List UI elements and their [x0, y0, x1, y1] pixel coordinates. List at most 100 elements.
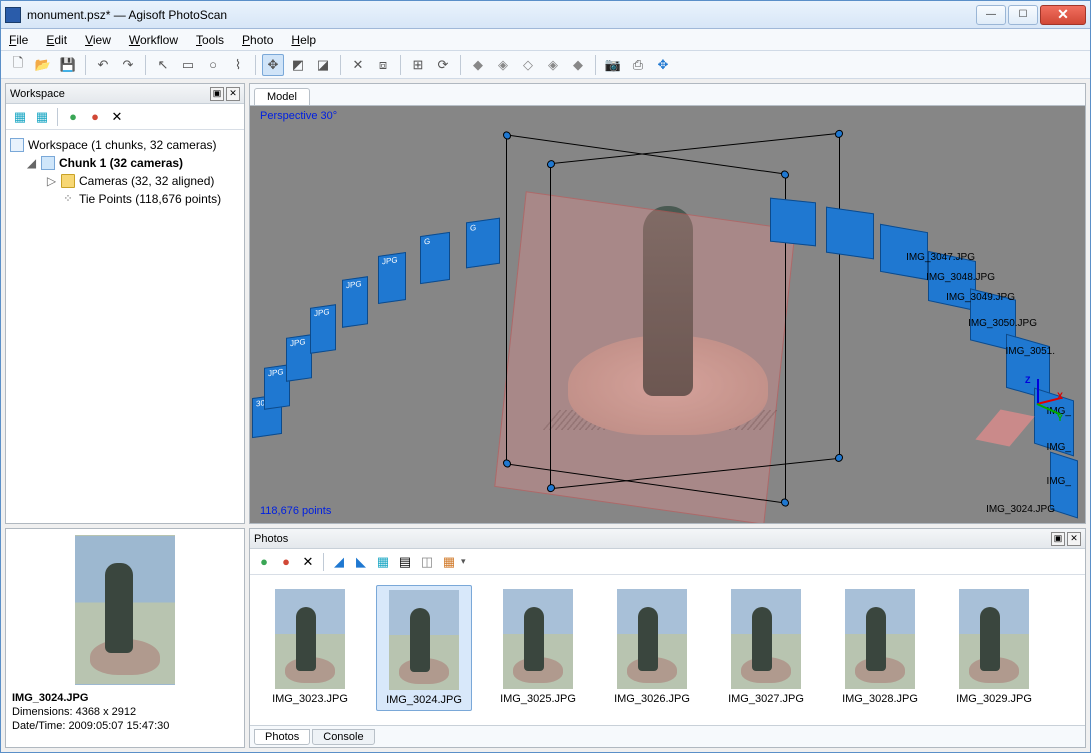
delete-icon[interactable]: ✕ — [347, 54, 369, 76]
camera-marker[interactable] — [770, 198, 816, 247]
separator — [340, 55, 341, 75]
rect-select-icon[interactable]: ▭ — [177, 54, 199, 76]
camera-marker[interactable]: G — [466, 218, 500, 269]
camera-marker[interactable]: JPG — [342, 276, 368, 328]
redo-icon[interactable]: ↷ — [117, 54, 139, 76]
preview-thumbnail[interactable] — [75, 535, 175, 685]
viewmode-3-icon[interactable]: ◇ — [517, 54, 539, 76]
3d-viewport[interactable]: Perspective 30° 118,676 points — [250, 106, 1085, 523]
close-button[interactable]: ✕ — [1040, 5, 1086, 25]
menu-photo[interactable]: Photo — [242, 33, 273, 47]
circle-select-icon[interactable]: ○ — [202, 54, 224, 76]
disable-icon[interactable]: ● — [85, 107, 105, 127]
viewmode-5-icon[interactable]: ◆ — [567, 54, 589, 76]
bbox-handle[interactable] — [835, 453, 843, 462]
bbox-handle[interactable] — [547, 160, 555, 169]
print-icon[interactable]: ⎙ — [627, 54, 649, 76]
pointer-icon[interactable]: ↖ — [152, 54, 174, 76]
navigate-icon[interactable]: ✥ — [262, 54, 284, 76]
workspace-toolbar: ▦ ▦ ● ● ✕ — [6, 104, 244, 130]
photos-title: Photos — [254, 533, 288, 545]
camera-marker[interactable]: JPG — [378, 252, 406, 304]
menu-view[interactable]: View — [85, 33, 111, 47]
mask-icon[interactable]: ▦ — [373, 552, 393, 572]
tree-chunk[interactable]: ◢ Chunk 1 (32 cameras) — [10, 154, 240, 172]
photo-thumbnail[interactable]: IMG_3028.JPG — [832, 585, 928, 709]
collapse-icon[interactable]: ◢ — [26, 154, 37, 172]
tree-cameras[interactable]: ▷ Cameras (32, 32 aligned) — [10, 172, 240, 190]
new-icon[interactable]: 🗋 — [7, 54, 29, 76]
bbox-icon[interactable]: ⊞ — [407, 54, 429, 76]
maximize-button[interactable]: ☐ — [1008, 5, 1038, 25]
viewmode-1-icon[interactable]: ◆ — [467, 54, 489, 76]
tree-workspace-root[interactable]: Workspace (1 chunks, 32 cameras) — [10, 136, 240, 154]
menu-file[interactable]: File — [9, 33, 28, 47]
select-b-icon[interactable]: ◪ — [312, 54, 334, 76]
minimize-button[interactable]: — — [976, 5, 1006, 25]
reset-view-icon[interactable]: ⟳ — [432, 54, 454, 76]
tree-tiepoints[interactable]: Tie Points (118,676 points) — [10, 190, 240, 208]
view-mode-icon[interactable]: ▦ — [439, 552, 459, 572]
close-panel-button[interactable]: ✕ — [1067, 532, 1081, 546]
separator — [460, 55, 461, 75]
menu-help[interactable]: Help — [291, 33, 316, 47]
photo-thumbnail[interactable]: IMG_3023.JPG — [262, 585, 358, 709]
move-icon[interactable]: ✥ — [652, 54, 674, 76]
app-icon — [5, 7, 21, 23]
separator — [595, 55, 596, 75]
rotate-right-icon[interactable]: ◣ — [351, 552, 371, 572]
photo-thumbnail[interactable]: IMG_3027.JPG — [718, 585, 814, 709]
bbox-handle[interactable] — [503, 459, 511, 468]
detail-a-icon[interactable]: ▤ — [395, 552, 415, 572]
separator — [400, 55, 401, 75]
viewmode-2-icon[interactable]: ◈ — [492, 54, 514, 76]
separator — [85, 55, 86, 75]
chunk-icon — [41, 156, 55, 170]
tab-model[interactable]: Model — [254, 88, 310, 105]
menu-workflow[interactable]: Workflow — [129, 33, 178, 47]
ws-tool-1-icon[interactable]: ▦ — [10, 107, 30, 127]
tab-photos[interactable]: Photos — [254, 729, 310, 745]
open-icon[interactable]: 📂 — [32, 54, 54, 76]
photos-header: Photos ▣ ✕ — [250, 529, 1085, 549]
main-toolbar: 🗋 📂 💾 ↶ ↷ ↖ ▭ ○ ⌇ ✥ ◩ ◪ ✕ ⧈ ⊞ ⟳ ◆ ◈ ◇ ◈ … — [1, 51, 1090, 79]
enable-icon[interactable]: ● — [254, 552, 274, 572]
rotate-left-icon[interactable]: ◢ — [329, 552, 349, 572]
menu-tools[interactable]: Tools — [196, 33, 224, 47]
axes-gizmo[interactable]: X Y Z — [1007, 373, 1067, 433]
photo-thumbnails[interactable]: IMG_3023.JPGIMG_3024.JPGIMG_3025.JPGIMG_… — [250, 575, 1085, 725]
dropdown-icon[interactable]: ▾ — [461, 556, 466, 567]
free-select-icon[interactable]: ⌇ — [227, 54, 249, 76]
camera-icon[interactable]: 📷 — [602, 54, 624, 76]
camera-marker[interactable] — [826, 207, 874, 260]
undock-button[interactable]: ▣ — [1051, 532, 1065, 546]
photo-thumbnail[interactable]: IMG_3024.JPG — [376, 585, 472, 711]
photo-thumbnail[interactable]: IMG_3026.JPG — [604, 585, 700, 709]
undock-button[interactable]: ▣ — [210, 87, 224, 101]
preview-panel: IMG_3024.JPG Dimensions: 4368 x 2912 Dat… — [5, 528, 245, 748]
camera-marker[interactable]: JPG — [310, 304, 336, 354]
camera-marker[interactable]: G — [420, 232, 450, 284]
thumbnail-image — [389, 590, 459, 690]
bbox-handle[interactable] — [835, 129, 843, 138]
close-panel-button[interactable]: ✕ — [226, 87, 240, 101]
camera-marker[interactable]: JPG — [286, 334, 312, 382]
viewmode-4-icon[interactable]: ◈ — [542, 54, 564, 76]
undo-icon[interactable]: ↶ — [92, 54, 114, 76]
enable-icon[interactable]: ● — [63, 107, 83, 127]
tab-console[interactable]: Console — [312, 729, 374, 745]
disable-icon[interactable]: ● — [276, 552, 296, 572]
ws-tool-2-icon[interactable]: ▦ — [32, 107, 52, 127]
expand-icon[interactable]: ▷ — [46, 172, 57, 190]
photo-thumbnail[interactable]: IMG_3029.JPG — [946, 585, 1042, 709]
photo-thumbnail[interactable]: IMG_3025.JPG — [490, 585, 586, 709]
delete-icon[interactable]: ✕ — [107, 107, 127, 127]
delete-icon[interactable]: ✕ — [298, 552, 318, 572]
menu-edit[interactable]: Edit — [46, 33, 67, 47]
select-a-icon[interactable]: ◩ — [287, 54, 309, 76]
bbox-handle[interactable] — [781, 498, 789, 507]
crop-icon[interactable]: ⧈ — [372, 54, 394, 76]
bbox-handle[interactable] — [503, 131, 511, 140]
save-icon[interactable]: 💾 — [57, 54, 79, 76]
detail-b-icon[interactable]: ◫ — [417, 552, 437, 572]
